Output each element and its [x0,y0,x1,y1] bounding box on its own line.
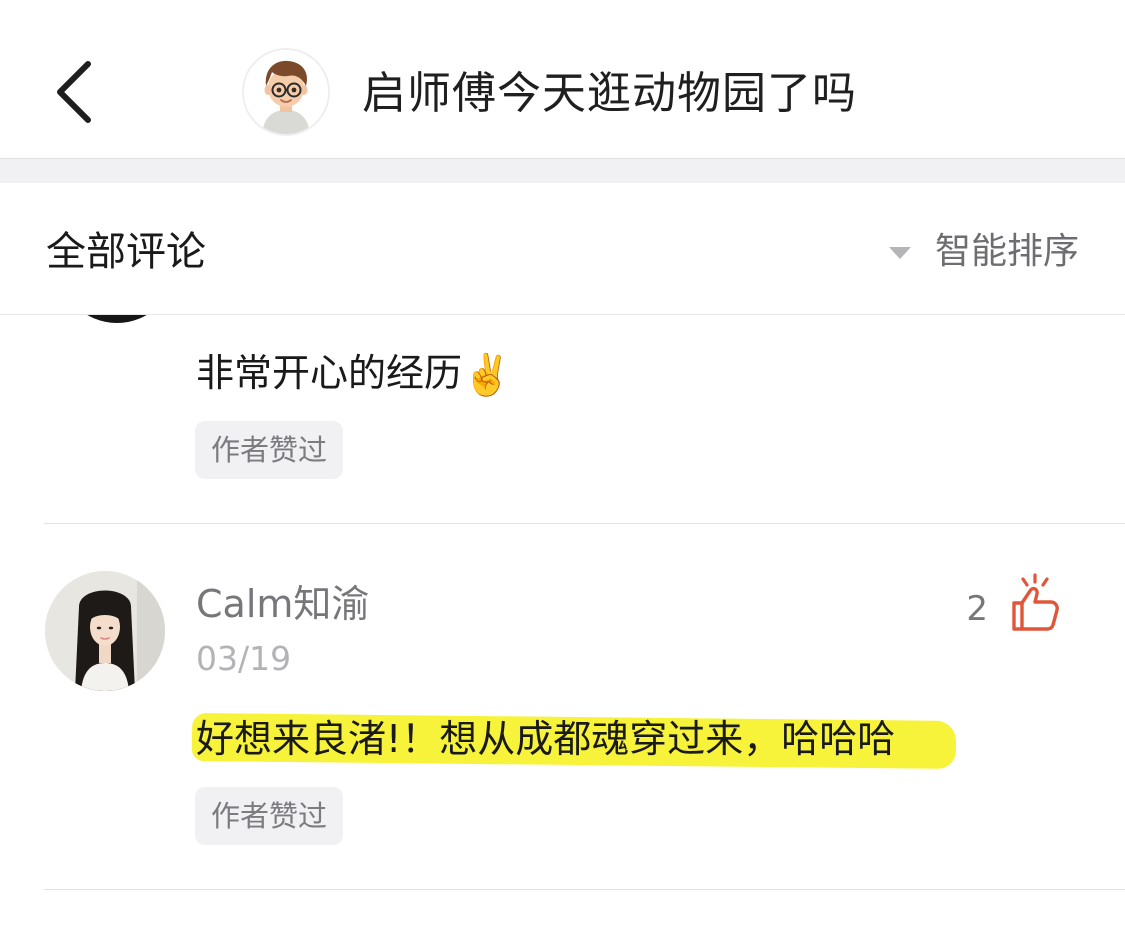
triangle-down-icon [888,247,911,259]
username[interactable]: Calm知渝 [196,579,369,629]
user-photo-avatar [45,571,165,691]
cartoon-avatar-image [244,50,328,134]
nav-bar: 启师傅今天逛动物园了吗 [0,0,1125,159]
back-button[interactable] [40,52,110,132]
divider [44,889,1125,890]
avatar[interactable] [45,571,165,691]
like-count: 2 [966,589,988,629]
author-liked-badge: 作者赞过 [195,421,344,479]
comment-list: 非常开心的经历✌️ 作者赞过 Calm知渝 03/19 2 好想来良渚!！想从成… [0,315,1125,929]
comment-date: 03/19 [196,639,292,678]
page-title: 启师傅今天逛动物园了吗 [362,68,857,119]
avatar[interactable] [58,315,176,323]
sort-dropdown[interactable]: 智能排序 [888,227,1079,277]
chevron-left-icon [57,61,91,123]
thumbs-up-icon [1012,573,1059,631]
author-liked-badge: 作者赞过 [195,787,344,845]
victory-hand-emoji: ✌️ [462,352,512,399]
comment-text: 非常开心的经历✌️ [196,347,512,402]
like-button[interactable] [1003,571,1067,635]
comment-text: 好想来良渚!！想从成都魂穿过来，哈哈哈 [196,717,896,761]
highlighted-comment: 好想来良渚!！想从成都魂穿过来，哈哈哈 [191,711,957,769]
comment-body: 非常开心的经历 [196,351,463,395]
comments-header: 全部评论 智能排序 [0,183,1125,315]
section-separator [0,159,1125,183]
sort-label: 智能排序 [934,231,1079,272]
comments-title: 全部评论 [46,229,206,275]
divider [44,523,1125,524]
author-avatar[interactable] [242,48,330,136]
